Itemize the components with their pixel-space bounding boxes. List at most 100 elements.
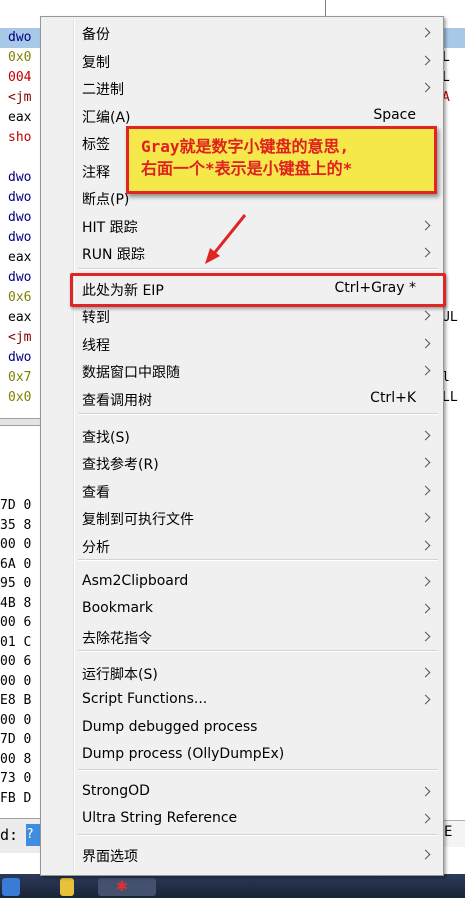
hex-dump-line[interactable]: 73 0 <box>0 769 31 789</box>
chevron-right-icon <box>420 82 431 93</box>
disassembly-line[interactable]: 0x0 <box>8 48 31 68</box>
pane-splitter[interactable] <box>0 418 40 426</box>
chevron-right-icon <box>420 512 431 523</box>
hex-dump-line[interactable]: 7D 0 <box>0 730 31 750</box>
menu-item[interactable]: Asm2Clipboard <box>41 569 443 595</box>
hex-dump-line[interactable]: 00 6 <box>0 652 31 672</box>
menu-item[interactable]: Script Functions... <box>41 687 443 713</box>
chevron-right-icon <box>420 667 431 678</box>
hex-dump-line[interactable]: E8 B <box>0 691 31 711</box>
menu-item-label: Asm2Clipboard <box>82 573 189 589</box>
disassembly-comment-column: L L A UL l LL <box>442 0 465 898</box>
hex-dump-line[interactable]: 00 8 <box>0 750 31 770</box>
disassembly-line[interactable]: sho <box>8 128 31 148</box>
menu-item-shortcut: Space <box>373 107 416 123</box>
menu-item[interactable]: RUN 跟踪 <box>41 240 443 266</box>
disassembly-line[interactable]: eax <box>8 308 31 328</box>
disassembly-line[interactable]: eax <box>8 248 31 268</box>
disassembly-line[interactable]: dwo <box>0 28 40 48</box>
disassembly-line[interactable]: eax <box>8 108 31 128</box>
taskbar-debugger-button[interactable]: ✱ <box>98 878 156 896</box>
menu-item[interactable]: 分析 <box>41 533 443 559</box>
comment-line: UL <box>442 310 458 325</box>
menu-item[interactable]: HIT 跟踪 <box>41 213 443 239</box>
menu-item-label: 汇编(A) <box>82 110 131 126</box>
menu-item[interactable]: Dump process (OllyDumpEx) <box>41 742 443 768</box>
hex-dump-line[interactable]: 95 0 <box>0 574 31 594</box>
menu-item-label: 二进制 <box>82 82 124 98</box>
disassembly-line[interactable]: dwo <box>8 348 31 368</box>
hex-dump-line[interactable]: 7D 0 <box>0 496 31 516</box>
menu-item[interactable]: 查看调用树 Ctrl+K <box>41 386 443 412</box>
disassembly-line[interactable]: dwo <box>8 228 31 248</box>
comment-line <box>442 28 465 48</box>
disassembly-line[interactable]: dwo <box>8 208 31 228</box>
chevron-right-icon <box>420 457 431 468</box>
hex-dump-line[interactable]: 00 0 <box>0 672 31 692</box>
menu-item[interactable]: 数据窗口中跟随 <box>41 358 443 384</box>
disassembly-line[interactable]: 0x7 <box>8 368 31 388</box>
menu-item[interactable]: 查看 <box>41 478 443 504</box>
disassembly-line[interactable]: 0x0 <box>8 388 31 408</box>
menu-item-label: 复制到可执行文件 <box>82 512 194 528</box>
menu-item-label: 数据窗口中跟随 <box>82 365 180 381</box>
disassembly-line[interactable]: dwo <box>8 268 31 288</box>
disassembly-line[interactable]: dwo <box>8 188 31 208</box>
menu-item[interactable]: 去除花指令 <box>41 624 443 650</box>
disassembly-line[interactable]: 0x6 <box>8 288 31 308</box>
menu-item-shortcut: Ctrl+K <box>370 390 416 406</box>
disassembly-pane: dwo 0x0 004 <jm eax sho dwo dwo dwo dwo eax dwo 0x6 e… <box>0 0 40 898</box>
hex-dump-line[interactable]: 6A 0 <box>0 555 31 575</box>
command-input[interactable]: ? <box>26 824 40 846</box>
menu-item[interactable]: Ultra String Reference <box>41 806 443 832</box>
menu-item-label: 查找参考(R) <box>82 457 159 473</box>
menu-item[interactable]: 查找参考(R) <box>41 450 443 476</box>
hex-dump-line[interactable]: 35 8 <box>0 516 31 536</box>
comment-line: LL <box>442 390 458 405</box>
chevron-right-icon <box>420 310 431 321</box>
hex-dump-line[interactable]: 01 C <box>0 633 31 653</box>
menu-item-label: HIT 跟踪 <box>82 220 138 236</box>
hex-dump-line[interactable]: 00 0 <box>0 535 31 555</box>
taskbar-app-icon[interactable] <box>2 878 20 896</box>
chevron-right-icon <box>420 540 431 551</box>
menu-item[interactable]: StrongOD <box>41 779 443 805</box>
menu-item-label: 查找(S) <box>82 430 130 446</box>
menu-item[interactable]: 线程 <box>41 331 443 357</box>
callout-line-2: 右面一个*表示是小键盘上的* <box>141 159 353 178</box>
menu-item-label: 注释 <box>82 165 110 181</box>
menu-separator <box>78 769 438 771</box>
menu-item-label: 分析 <box>82 540 110 556</box>
menu-separator <box>78 559 438 561</box>
menu-item-label: 备份 <box>82 27 110 43</box>
disassembly-line[interactable]: <jm <box>8 328 31 348</box>
menu-item-label: 运行脚本(S) <box>82 667 158 683</box>
chevron-right-icon <box>420 247 431 258</box>
hex-dump-line[interactable]: 00 6 <box>0 613 31 633</box>
hex-dump-line[interactable]: 00 0 <box>0 711 31 731</box>
hex-dump-line[interactable]: 4B 8 <box>0 594 31 614</box>
menu-separator <box>78 834 438 836</box>
chevron-right-icon <box>420 631 431 642</box>
disassembly-line[interactable]: 004 <box>8 68 31 88</box>
menu-item-label: 查看调用树 <box>82 393 152 409</box>
hex-dump-line[interactable]: FB D <box>0 789 31 809</box>
menu-item[interactable]: Bookmark <box>41 596 443 622</box>
menu-item[interactable]: 复制到可执行文件 <box>41 505 443 531</box>
menu-item[interactable]: 二进制 <box>41 75 443 101</box>
menu-item[interactable]: 界面选项 <box>41 842 443 868</box>
disassembly-line[interactable]: <jm <box>8 88 31 108</box>
chevron-right-icon <box>420 576 431 587</box>
disassembly-line[interactable]: dwo <box>8 168 31 188</box>
chevron-right-icon <box>420 603 431 614</box>
menu-item[interactable]: Dump debugged process <box>41 715 443 741</box>
menu-item-label: RUN 跟踪 <box>82 247 145 263</box>
menu-item-label: 断点(P) <box>82 192 130 208</box>
menu-item[interactable]: 复制 <box>41 48 443 74</box>
menu-item-label: Bookmark <box>82 600 153 616</box>
menu-item[interactable]: 备份 <box>41 20 443 46</box>
menu-item-label: Script Functions... <box>82 691 208 707</box>
menu-item[interactable]: 运行脚本(S) <box>41 660 443 686</box>
taskbar-folder-icon[interactable] <box>60 878 74 896</box>
menu-item[interactable]: 查找(S) <box>41 423 443 449</box>
